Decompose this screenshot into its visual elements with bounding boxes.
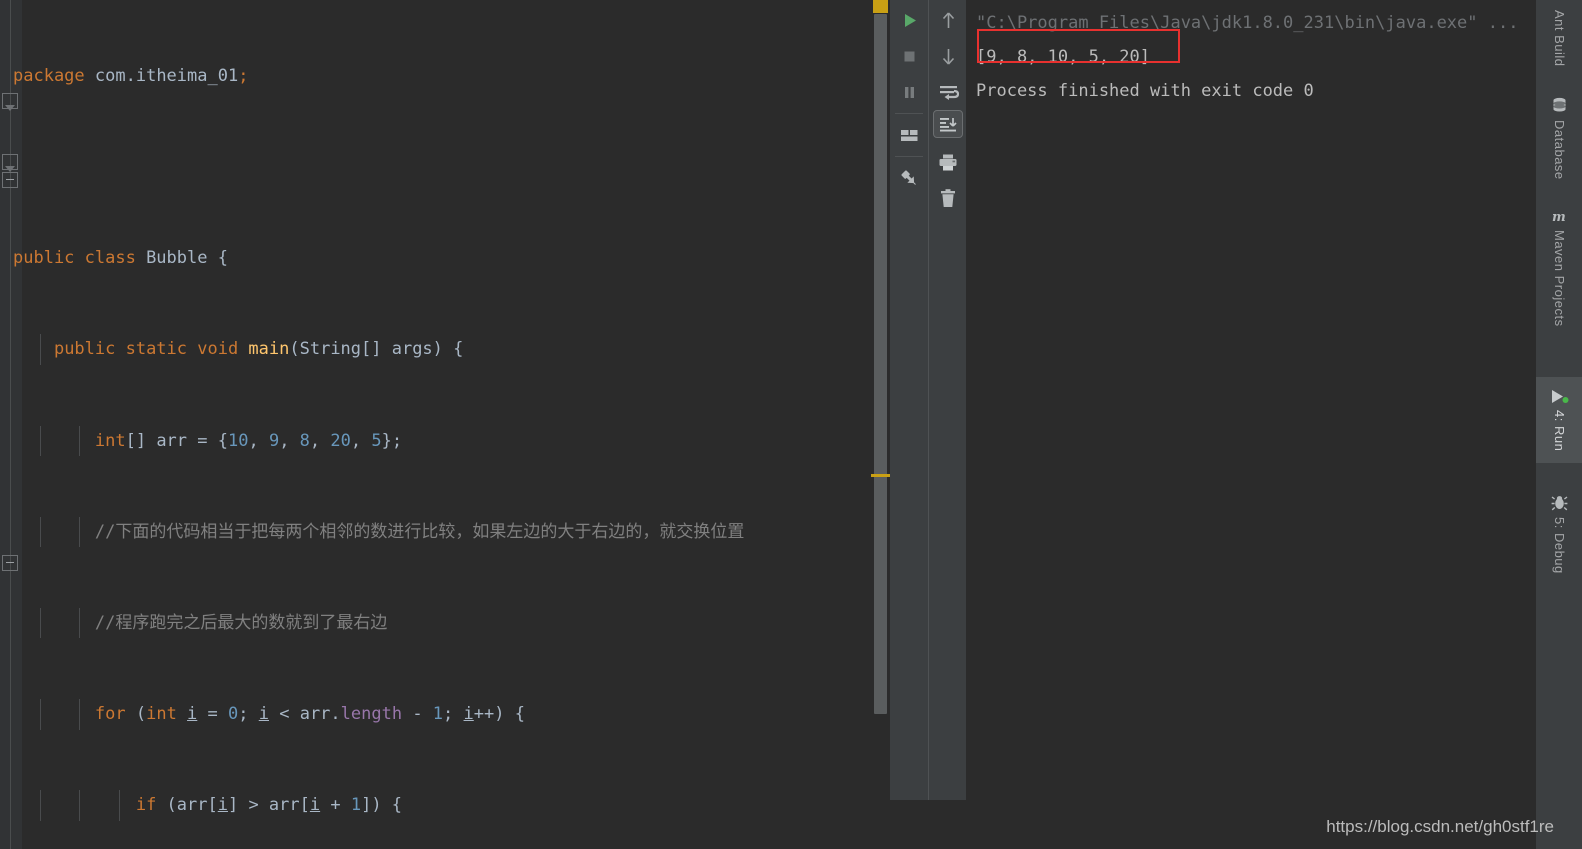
code-editor[interactable]: package com.itheima_01; public class Bub… bbox=[0, 0, 890, 849]
debug-tab-label: 5: Debug bbox=[1552, 517, 1567, 574]
console-status-line: Process finished with exit code 0 bbox=[976, 81, 1314, 101]
sidebar-item-run[interactable]: 4: Run bbox=[1536, 376, 1582, 464]
soft-wrap-button[interactable] bbox=[929, 76, 967, 108]
sidebar-item-database[interactable]: Database bbox=[1536, 75, 1582, 188]
up-button[interactable] bbox=[929, 4, 967, 36]
arrow-up-icon bbox=[940, 11, 957, 30]
code-line-comment[interactable]: //程序跑完之后最大的数就到了最右边 bbox=[0, 608, 868, 639]
scrollbar-warning-marker[interactable] bbox=[873, 0, 888, 13]
run-tool-window: "C:\Program Files\Java\jdk1.8.0_231\bin\… bbox=[890, 0, 1535, 849]
trash-icon bbox=[939, 188, 957, 208]
run-toolbar-secondary bbox=[928, 0, 966, 849]
watermark-text: https://blog.csdn.net/gh0stf1re bbox=[1326, 817, 1554, 836]
clear-all-button[interactable] bbox=[929, 182, 967, 214]
rerun-button[interactable] bbox=[890, 4, 928, 36]
code-text-area[interactable]: package com.itheima_01; public class Bub… bbox=[0, 0, 868, 849]
restore-layout-button[interactable] bbox=[890, 119, 928, 151]
layout-icon bbox=[900, 127, 919, 144]
code-line[interactable]: public class Bubble { bbox=[0, 243, 868, 273]
scroll-to-end-icon bbox=[933, 110, 963, 138]
scrollbar-thumb[interactable] bbox=[874, 14, 887, 714]
toolbar-separator bbox=[895, 113, 923, 114]
run-tab-label: 4: Run bbox=[1552, 409, 1567, 452]
maven-icon: m bbox=[1551, 209, 1568, 224]
console-command-line: "C:\Program Files\Java\jdk1.8.0_231\bin\… bbox=[976, 13, 1519, 33]
right-tool-sidebar: Ant Build Database m Maven Projects 4: R… bbox=[1535, 0, 1582, 849]
svg-text:m: m bbox=[1552, 210, 1566, 224]
code-line[interactable]: if (arr[i] > arr[i + 1]) { bbox=[0, 790, 868, 821]
maven-projects-label: Maven Projects bbox=[1552, 230, 1567, 327]
print-button[interactable] bbox=[929, 146, 967, 178]
scroll-to-end-button[interactable] bbox=[929, 108, 967, 140]
code-line[interactable]: public static void main(String[] args) { bbox=[0, 334, 868, 365]
bug-icon bbox=[1551, 495, 1568, 511]
arrow-down-icon bbox=[940, 47, 957, 66]
down-button[interactable] bbox=[929, 40, 967, 72]
printer-icon bbox=[938, 153, 958, 172]
pause-icon bbox=[901, 84, 918, 101]
scrollbar-usage-marker[interactable] bbox=[871, 474, 890, 477]
sidebar-item-debug[interactable]: 5: Debug bbox=[1536, 485, 1582, 582]
database-icon bbox=[1551, 97, 1568, 114]
code-line[interactable] bbox=[0, 152, 868, 182]
console-program-output: [9, 8, 10, 5, 20] bbox=[976, 47, 1150, 67]
code-line-comment[interactable]: //下面的代码相当于把每两个相邻的数进行比较，如果左边的大于右边的，就交换位置 bbox=[0, 516, 868, 548]
toolbar-separator bbox=[895, 156, 923, 157]
pin-icon bbox=[900, 169, 919, 188]
pin-tab-button[interactable] bbox=[890, 162, 928, 194]
idea-window: package com.itheima_01; public class Bub… bbox=[0, 0, 1582, 849]
database-label: Database bbox=[1552, 119, 1567, 180]
code-line[interactable]: int[] arr = {10, 9, 8, 20, 5}; bbox=[0, 425, 868, 457]
console-output[interactable]: "C:\Program Files\Java\jdk1.8.0_231\bin\… bbox=[966, 0, 1535, 849]
play-icon bbox=[901, 12, 918, 29]
soft-wrap-icon bbox=[938, 83, 959, 102]
sidebar-item-maven-projects[interactable]: m Maven Projects bbox=[1536, 187, 1582, 335]
pause-button[interactable] bbox=[890, 76, 928, 108]
play-green-icon bbox=[1550, 389, 1569, 404]
code-line[interactable]: package com.itheima_01; bbox=[0, 61, 868, 91]
editor-scrollbar[interactable] bbox=[868, 0, 890, 849]
code-line[interactable]: for (int i = 0; i < arr.length - 1; i++)… bbox=[0, 699, 868, 730]
run-toolbar-primary bbox=[890, 0, 928, 849]
sidebar-item-ant-build[interactable]: Ant Build bbox=[1536, 0, 1582, 75]
stop-icon bbox=[901, 48, 918, 65]
ant-build-label: Ant Build bbox=[1552, 10, 1567, 67]
stop-button[interactable] bbox=[890, 40, 928, 72]
